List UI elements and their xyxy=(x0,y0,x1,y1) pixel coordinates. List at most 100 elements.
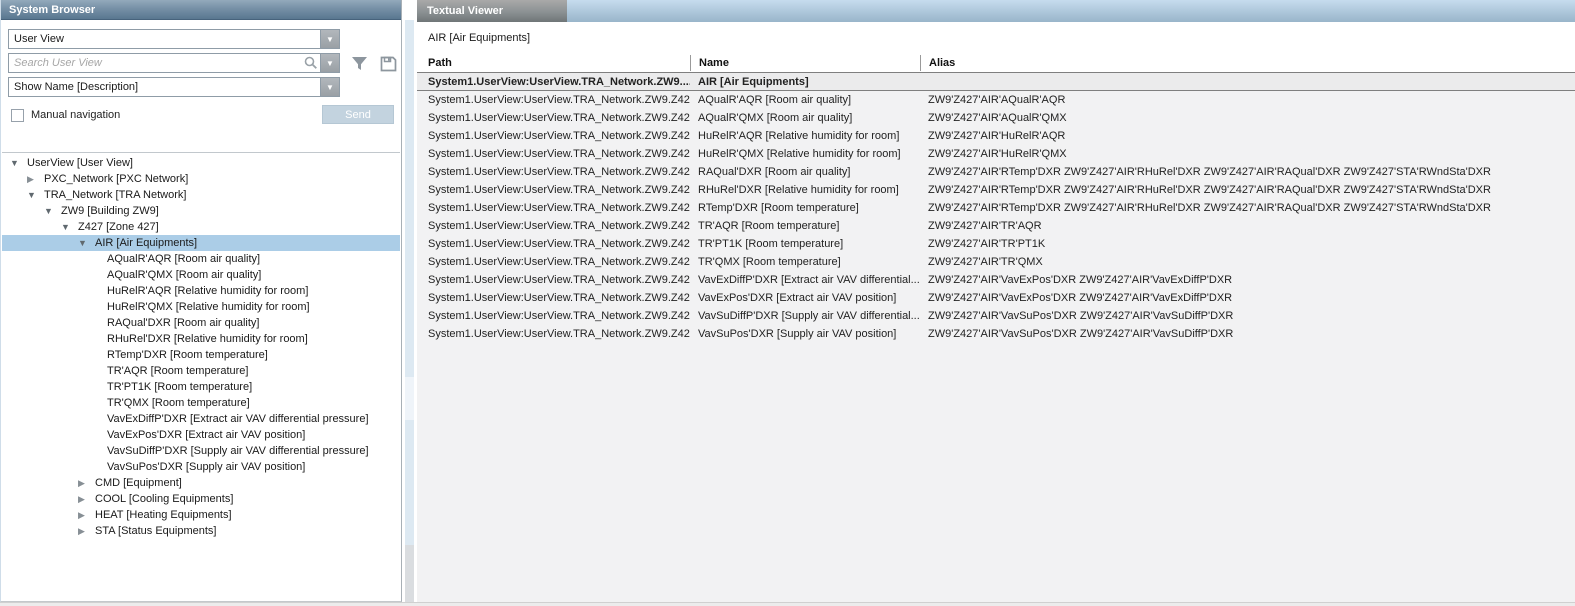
table-row[interactable]: System1.UserView:UserView.TRA_Network.ZW… xyxy=(417,163,1575,181)
tree-item[interactable]: AQualR'AQR [Room air quality] xyxy=(2,251,400,267)
expanded-arrow-icon[interactable]: ▼ xyxy=(27,187,44,203)
splitter-bottom-segment xyxy=(405,545,414,606)
tree-item[interactable]: VavSuPos'DXR [Supply air VAV position] xyxy=(2,459,400,475)
tree-item[interactable]: RHuRel'DXR [Relative humidity for room] xyxy=(2,331,400,347)
cell-name: RAQual'DXR [Room air quality] xyxy=(690,163,920,181)
view-selector-value: User View xyxy=(9,33,320,45)
save-icon[interactable] xyxy=(378,54,398,74)
table-row[interactable]: System1.UserView:UserView.TRA_Network.ZW… xyxy=(417,109,1575,127)
cell-alias: ZW9'Z427'AIR'HuRelR'AQR xyxy=(920,127,1575,145)
send-button[interactable]: Send xyxy=(322,105,394,124)
tree-item[interactable]: HuRelR'AQR [Relative humidity for room] xyxy=(2,283,400,299)
expanded-arrow-icon[interactable]: ▼ xyxy=(61,219,78,235)
cell-path: System1.UserView:UserView.TRA_Network.ZW… xyxy=(428,109,690,127)
cell-path: System1.UserView:UserView.TRA_Network.ZW… xyxy=(428,199,690,217)
tree-item[interactable]: TR'QMX [Room temperature] xyxy=(2,395,400,411)
display-mode-selector[interactable]: Show Name [Description] ▼ xyxy=(8,77,340,97)
tree-item-label: VavSuDiffP'DXR [Supply air VAV different… xyxy=(107,443,369,459)
table-row[interactable]: System1.UserView:UserView.TRA_Network.ZW… xyxy=(417,72,1575,91)
tree-item[interactable]: TR'PT1K [Room temperature] xyxy=(2,379,400,395)
table-row[interactable]: System1.UserView:UserView.TRA_Network.ZW… xyxy=(417,217,1575,235)
window-bottom-edge xyxy=(0,602,1575,606)
tab-textual-viewer[interactable]: Textual Viewer xyxy=(417,0,567,22)
search-dropdown-icon[interactable]: ▼ xyxy=(320,54,339,72)
tree-item[interactable]: RTemp'DXR [Room temperature] xyxy=(2,347,400,363)
panel-splitter[interactable] xyxy=(405,20,414,606)
column-header-name[interactable]: Name xyxy=(690,55,920,71)
cell-alias: ZW9'Z427'AIR'AQualR'QMX xyxy=(920,109,1575,127)
table-row[interactable]: System1.UserView:UserView.TRA_Network.ZW… xyxy=(417,289,1575,307)
cell-path: System1.UserView:UserView.TRA_Network.ZW… xyxy=(428,253,690,271)
tree-item[interactable]: ▶COOL [Cooling Equipments] xyxy=(2,491,400,507)
table-row[interactable]: System1.UserView:UserView.TRA_Network.ZW… xyxy=(417,127,1575,145)
cell-name: VavSuPos'DXR [Supply air VAV position] xyxy=(690,325,920,343)
collapsed-arrow-icon[interactable]: ▶ xyxy=(78,507,95,523)
table-row[interactable]: System1.UserView:UserView.TRA_Network.ZW… xyxy=(417,199,1575,217)
tree-item[interactable]: ▶PXC_Network [PXC Network] xyxy=(2,171,400,187)
collapsed-arrow-icon[interactable]: ▶ xyxy=(78,523,95,539)
tree-item[interactable]: ▼TRA_Network [TRA Network] xyxy=(2,187,400,203)
textual-viewer-panel: Textual Viewer AIR [Air Equipments] Path… xyxy=(417,0,1575,602)
expanded-arrow-icon[interactable]: ▼ xyxy=(10,155,27,171)
cell-alias: ZW9'Z427'AIR'TR'QMX xyxy=(920,253,1575,271)
tree-item-label: AIR [Air Equipments] xyxy=(95,235,197,251)
search-input[interactable] xyxy=(9,55,302,71)
manual-navigation-checkbox[interactable] xyxy=(11,109,24,122)
cell-alias: ZW9'Z427'AIR'VavSuPos'DXR ZW9'Z427'AIR'V… xyxy=(920,325,1575,343)
tree-item[interactable]: RAQual'DXR [Room air quality] xyxy=(2,315,400,331)
tree-item[interactable]: HuRelR'QMX [Relative humidity for room] xyxy=(2,299,400,315)
tree-item[interactable]: VavSuDiffP'DXR [Supply air VAV different… xyxy=(2,443,400,459)
filter-icon[interactable] xyxy=(349,54,369,74)
table-row[interactable]: System1.UserView:UserView.TRA_Network.ZW… xyxy=(417,145,1575,163)
tree-item[interactable]: ▼Z427 [Zone 427] xyxy=(2,219,400,235)
cell-path: System1.UserView:UserView.TRA_Network.ZW… xyxy=(428,289,690,307)
search-icon xyxy=(302,54,320,72)
tree-item[interactable]: VavExDiffP'DXR [Extract air VAV differen… xyxy=(2,411,400,427)
tree-item[interactable]: ▶CMD [Equipment] xyxy=(2,475,400,491)
tree-item[interactable]: ▶STA [Status Equipments] xyxy=(2,523,400,539)
chevron-down-icon[interactable]: ▼ xyxy=(320,30,339,48)
collapsed-arrow-icon[interactable]: ▶ xyxy=(27,171,44,187)
tree-item[interactable]: VavExPos'DXR [Extract air VAV position] xyxy=(2,427,400,443)
tree-item-label: HuRelR'AQR [Relative humidity for room] xyxy=(107,283,308,299)
cell-path: System1.UserView:UserView.TRA_Network.ZW… xyxy=(428,163,690,181)
application-window: System Browser User View ▼ ▼ Show Name [… xyxy=(0,0,1575,606)
tree-scrollbar-thumb[interactable] xyxy=(405,377,414,420)
cell-name: VavExPos'DXR [Extract air VAV position] xyxy=(690,289,920,307)
column-header-path[interactable]: Path xyxy=(428,55,690,71)
cell-path: System1.UserView:UserView.TRA_Network.ZW… xyxy=(428,235,690,253)
table-row[interactable]: System1.UserView:UserView.TRA_Network.ZW… xyxy=(417,181,1575,199)
view-selector[interactable]: User View ▼ xyxy=(8,29,340,49)
tree-item[interactable]: ▼ZW9 [Building ZW9] xyxy=(2,203,400,219)
cell-name: HuRelR'AQR [Relative humidity for room] xyxy=(690,127,920,145)
tree-item[interactable]: ▼AIR [Air Equipments] xyxy=(2,235,400,251)
expanded-arrow-icon[interactable]: ▼ xyxy=(44,203,61,219)
tree-item-label: UserView [User View] xyxy=(27,155,133,171)
tree-item-label: HuRelR'QMX [Relative humidity for room] xyxy=(107,299,310,315)
expanded-arrow-icon[interactable]: ▼ xyxy=(78,235,95,251)
tree-item[interactable]: TR'AQR [Room temperature] xyxy=(2,363,400,379)
chevron-down-icon[interactable]: ▼ xyxy=(320,78,339,96)
tree-item[interactable]: AQualR'QMX [Room air quality] xyxy=(2,267,400,283)
tree-item-label: HEAT [Heating Equipments] xyxy=(95,507,232,523)
cell-alias: ZW9'Z427'AIR'RTemp'DXR ZW9'Z427'AIR'RHuR… xyxy=(920,199,1575,217)
table-row[interactable]: System1.UserView:UserView.TRA_Network.ZW… xyxy=(417,235,1575,253)
system-browser-title: System Browser xyxy=(1,0,401,20)
table-row[interactable]: System1.UserView:UserView.TRA_Network.ZW… xyxy=(417,91,1575,109)
collapsed-arrow-icon[interactable]: ▶ xyxy=(78,475,95,491)
table-row[interactable]: System1.UserView:UserView.TRA_Network.ZW… xyxy=(417,253,1575,271)
tree-item-label: TR'AQR [Room temperature] xyxy=(107,363,248,379)
tree-item[interactable]: ▼UserView [User View] xyxy=(2,155,400,171)
table-row[interactable]: System1.UserView:UserView.TRA_Network.ZW… xyxy=(417,307,1575,325)
tree-item[interactable]: ▶HEAT [Heating Equipments] xyxy=(2,507,400,523)
table-row[interactable]: System1.UserView:UserView.TRA_Network.ZW… xyxy=(417,271,1575,289)
table-row[interactable]: System1.UserView:UserView.TRA_Network.ZW… xyxy=(417,325,1575,343)
cell-alias: ZW9'Z427'AIR'TR'AQR xyxy=(920,217,1575,235)
cell-path: System1.UserView:UserView.TRA_Network.ZW… xyxy=(428,91,690,109)
tree-item-label: TR'PT1K [Room temperature] xyxy=(107,379,252,395)
table-body: System1.UserView:UserView.TRA_Network.ZW… xyxy=(417,72,1575,602)
cell-name: TR'PT1K [Room temperature] xyxy=(690,235,920,253)
collapsed-arrow-icon[interactable]: ▶ xyxy=(78,491,95,507)
cell-name: VavExDiffP'DXR [Extract air VAV differen… xyxy=(690,271,920,289)
column-header-alias[interactable]: Alias xyxy=(920,55,1575,71)
